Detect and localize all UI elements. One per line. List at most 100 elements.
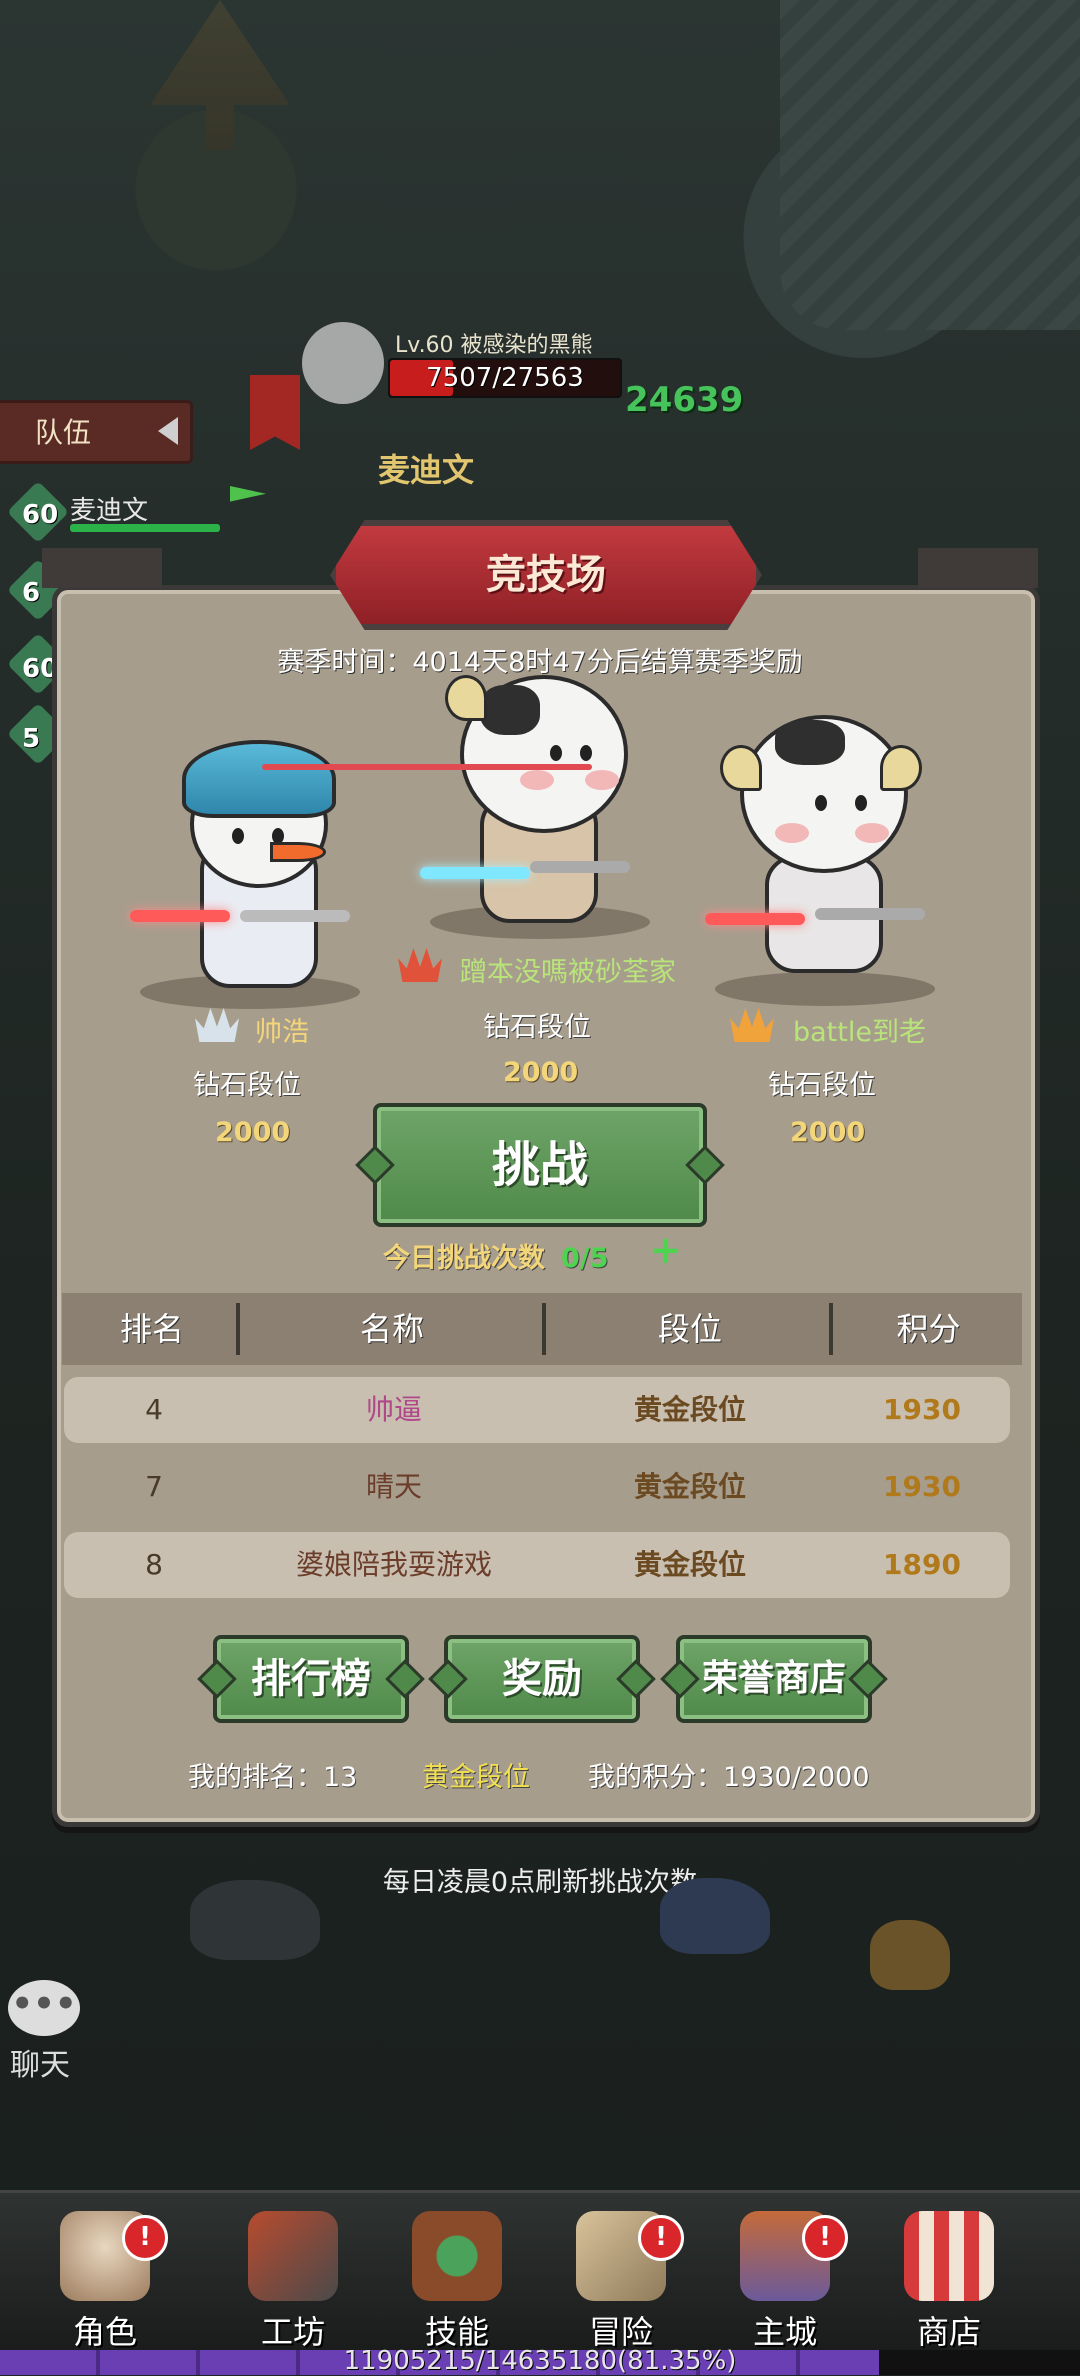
row-score: 1930 xyxy=(883,1393,961,1426)
rifle xyxy=(815,908,925,920)
header-divider xyxy=(542,1303,546,1355)
damage-number: 24639 xyxy=(625,380,744,420)
title-wing-left xyxy=(42,548,162,588)
experience-text: 11905215/14635180(81.35%) xyxy=(343,2346,737,2376)
table-row[interactable]: 7 晴天 黄金段位 1930 xyxy=(64,1454,1010,1520)
row-name: 晴天 xyxy=(365,1470,422,1503)
team-tab-label: 队伍 xyxy=(35,416,92,449)
row-rank: 8 xyxy=(145,1548,163,1581)
opponent-avatar-2[interactable] xyxy=(420,655,650,925)
blue-lightsaber xyxy=(420,867,530,879)
anvil-icon xyxy=(248,2211,338,2301)
leaderboard-button-label: 排行榜 xyxy=(251,1656,371,1702)
nav-adventure[interactable]: ! 冒险 xyxy=(556,2211,686,2351)
daily-challenge-count: 今日挑战次数 0/5 xyxy=(383,1236,608,1275)
row-score: 1890 xyxy=(883,1548,961,1581)
member-level: 60 xyxy=(22,500,59,530)
add-challenges-icon[interactable]: + xyxy=(650,1231,682,1269)
eye xyxy=(855,795,867,811)
my-rank: 我的排名：13 xyxy=(188,1762,358,1793)
rifle xyxy=(530,861,630,873)
header-name: 名称 xyxy=(359,1310,424,1348)
enemy-health-text: 7507/27563 xyxy=(426,363,584,393)
floating-action-button[interactable] xyxy=(302,322,384,404)
enemy-name: Lv.60 被感染的黑熊 xyxy=(395,333,593,358)
arena-title-plate: 竞技场 xyxy=(330,520,762,630)
knit-hat xyxy=(182,740,336,818)
ranking-table-header: 排名 名称 段位 积分 xyxy=(62,1293,1022,1365)
opponent-name-1: 帅浩 xyxy=(255,1017,309,1048)
pumpkin-object xyxy=(870,1920,950,1990)
wolf-monster[interactable] xyxy=(190,1880,320,1960)
opponent-score-3: 2000 xyxy=(790,1117,866,1148)
row-name: 婆娘陪我耍游戏 xyxy=(295,1548,492,1581)
table-row[interactable]: 4 帅逼 黄金段位 1930 xyxy=(64,1377,1010,1443)
opponent-score-2: 2000 xyxy=(503,1057,579,1088)
nav-skills[interactable]: 技能 xyxy=(392,2211,522,2351)
horn xyxy=(880,745,922,791)
bear-monster[interactable] xyxy=(660,1878,770,1954)
chat-dots: ••• xyxy=(11,1984,77,2024)
character-shadow xyxy=(715,972,935,1006)
horn xyxy=(445,675,487,721)
row-rank: 7 xyxy=(145,1470,163,1503)
opponent-avatar-1[interactable] xyxy=(130,720,360,990)
challenge-button[interactable]: 挑战 xyxy=(355,1103,725,1227)
red-lightsaber xyxy=(705,913,805,925)
collapse-arrow-icon[interactable] xyxy=(158,417,178,445)
header-rank: 排名 xyxy=(119,1310,184,1348)
my-tier: 黄金段位 xyxy=(422,1762,530,1793)
nav-workshop[interactable]: 工坊 xyxy=(228,2211,358,2351)
opponent-avatar-3[interactable] xyxy=(705,705,935,975)
my-score: 我的积分：1930/2000 xyxy=(588,1762,870,1793)
header-score: 积分 xyxy=(896,1310,961,1348)
refresh-note: 每日凌晨0点刷新挑战次数 xyxy=(382,1867,698,1898)
shop-stall-icon xyxy=(904,2211,994,2301)
notification-badge: ! xyxy=(122,2215,168,2261)
experience-bar: 11905215/14635180(81.35%) xyxy=(0,2346,1080,2376)
eye xyxy=(815,795,827,811)
team-member-name[interactable]: 麦迪文 xyxy=(70,490,148,527)
team-member-health-bar xyxy=(70,524,220,532)
row-score: 1930 xyxy=(883,1470,961,1503)
blush xyxy=(775,823,809,843)
notification-badge: ! xyxy=(638,2215,684,2261)
opponent-name-2: 蹭本没嗎被砂荃家 xyxy=(460,957,676,988)
row-tier: 黄金段位 xyxy=(633,1393,746,1426)
nav-main-city[interactable]: ! 主城 xyxy=(720,2211,850,2351)
carrot-nose xyxy=(270,842,326,862)
eye xyxy=(232,828,244,844)
rewards-button[interactable]: 奖励 xyxy=(428,1635,656,1723)
title-wing-right xyxy=(918,548,1038,588)
bottom-navigation: ! 角色 工坊 技能 ! 冒险 ! 主城 商店 xyxy=(0,2190,1080,2353)
blush xyxy=(855,823,889,843)
enemy-health-bar: 7507/27563 xyxy=(388,358,622,398)
nav-shop[interactable]: 商店 xyxy=(884,2211,1014,2351)
blush xyxy=(520,770,554,790)
member-level: 5 xyxy=(22,724,41,754)
notification-badge: ! xyxy=(802,2215,848,2261)
header-divider xyxy=(236,1303,240,1355)
cliff-scenery xyxy=(780,0,1080,330)
row-rank: 4 xyxy=(145,1393,163,1426)
chat-label[interactable]: 聊天 xyxy=(10,2040,70,2084)
blush xyxy=(585,770,619,790)
opponent-tier-2: 钻石段位 xyxy=(483,1012,591,1043)
chat-bubble-icon[interactable]: ••• xyxy=(8,1980,80,2036)
player-name-tag: 麦迪文 xyxy=(378,451,475,489)
daily-challenge-label: 今日挑战次数 xyxy=(383,1243,545,1274)
table-row[interactable]: 8 婆娘陪我耍游戏 黄金段位 1890 xyxy=(64,1532,1010,1598)
opponent-name-3: battle到老 xyxy=(793,1017,926,1048)
daily-challenge-value: 0/5 xyxy=(561,1243,609,1274)
team-tab[interactable]: 队伍 xyxy=(0,400,193,464)
opponent-tier-1: 钻石段位 xyxy=(193,1070,301,1101)
horn xyxy=(720,745,762,791)
leaderboard-button[interactable]: 排行榜 xyxy=(197,1635,425,1723)
nav-character[interactable]: ! 角色 xyxy=(40,2211,170,2351)
honor-shop-button[interactable]: 荣誉商店 xyxy=(660,1635,888,1723)
rifle xyxy=(240,910,350,922)
honor-shop-button-label: 荣誉商店 xyxy=(701,1658,846,1699)
row-tier: 黄金段位 xyxy=(633,1470,746,1503)
cow-spot xyxy=(775,720,845,765)
skill-book-icon xyxy=(412,2211,502,2301)
